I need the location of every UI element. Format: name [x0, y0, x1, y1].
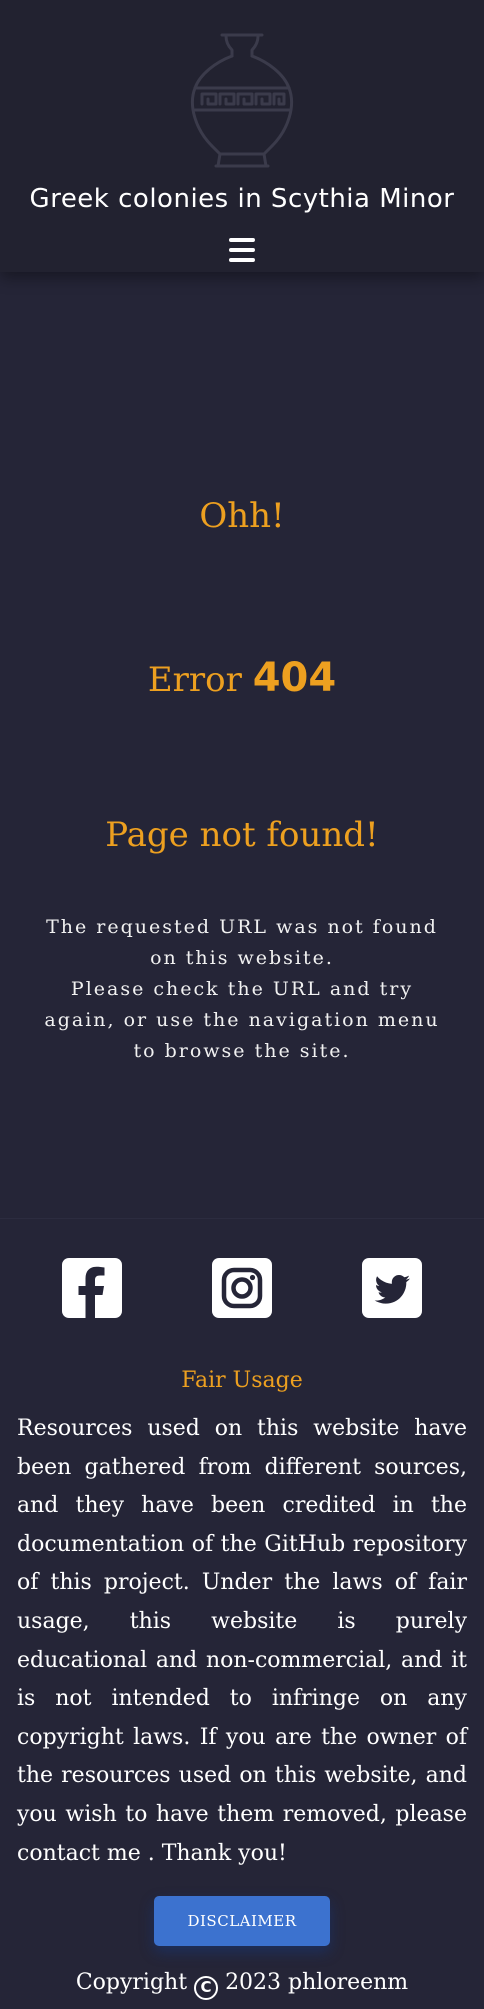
error-prefix: Error	[147, 660, 242, 700]
footer-divider	[0, 1218, 484, 1219]
copyright-prefix: Copyright	[75, 1970, 188, 1995]
copyright-text: 2023 phloreenm	[225, 1970, 409, 1995]
fair-usage-title: Fair Usage	[181, 1368, 303, 1393]
greek-vase-icon[interactable]	[186, 32, 298, 170]
site-header: Greek colonies in Scythia Minor	[0, 0, 484, 272]
error-message-line: Please check the URL and try again, or u…	[44, 978, 440, 1062]
facebook-icon[interactable]	[62, 1258, 122, 1318]
menu-bar	[229, 238, 255, 242]
error-code: 404	[252, 655, 337, 701]
menu-bar	[229, 258, 255, 262]
site-title[interactable]: Greek colonies in Scythia Minor	[0, 184, 484, 214]
copyright-icon: C	[194, 1976, 219, 2000]
disclaimer-button[interactable]: DISCLAIMER	[154, 1896, 330, 1946]
error-heading: Error 404	[0, 655, 484, 701]
exclamation-heading: Ohh!	[199, 496, 285, 536]
twitter-icon[interactable]	[362, 1258, 422, 1318]
hamburger-menu-icon[interactable]	[227, 238, 257, 262]
error-message: The requested URL was not found on this …	[40, 912, 444, 1067]
instagram-icon[interactable]	[212, 1258, 272, 1318]
not-found-heading: Page not found!	[105, 815, 379, 855]
fair-usage-text: Resources used on this website have been…	[17, 1416, 467, 1866]
page: Greek colonies in Scythia Minor Ohh! Err…	[0, 0, 484, 2009]
error-message-line: The requested URL was not found on this …	[46, 916, 438, 969]
menu-bar	[229, 248, 255, 252]
copyright: Copyright C 2023 phloreenm	[0, 1970, 484, 2000]
